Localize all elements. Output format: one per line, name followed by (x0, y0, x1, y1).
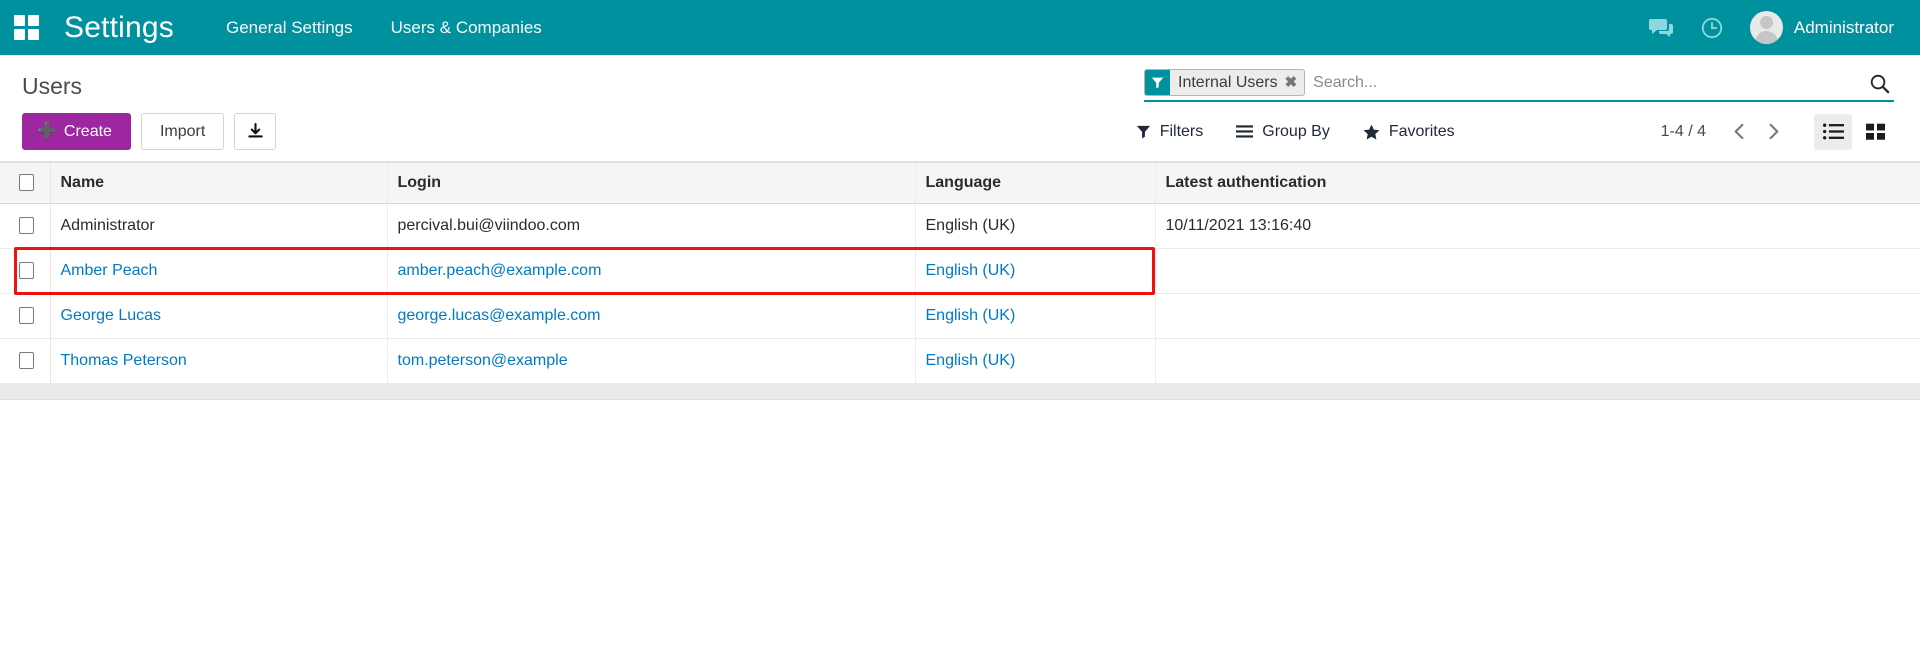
table-header: Name Login Language Latest authenticatio… (0, 162, 1920, 204)
view-switcher (1814, 113, 1894, 150)
filters-dropdown[interactable]: Filters (1136, 122, 1204, 141)
pager: 1-4 / 4 (1661, 117, 1788, 147)
chevron-left-icon[interactable] (1724, 117, 1754, 147)
select-all-header (0, 162, 50, 204)
cell-latest-authentication[interactable]: 10/11/2021 13:16:40 (1154, 203, 1920, 249)
cell-name[interactable]: Administrator (49, 203, 387, 249)
apps-grid-icon[interactable] (14, 14, 40, 41)
row-select-cell (0, 338, 50, 384)
table-row[interactable]: Administrator percival.bui@viindoo.com E… (0, 203, 1920, 249)
row-checkbox[interactable] (19, 217, 34, 235)
group-by-dropdown[interactable]: Group By (1236, 123, 1330, 141)
main-menu: General Settings Users & Companies (226, 18, 542, 38)
filter-funnel-icon (1145, 70, 1170, 95)
kanban-view-icon[interactable] (1856, 114, 1894, 150)
search-dropdown-tools: Filters Group By Favorites (1136, 123, 1455, 141)
search-facet-internal-users[interactable]: Internal Users ✖ (1144, 69, 1306, 96)
cell-language[interactable]: English (UK) (914, 203, 1155, 249)
favorites-dropdown[interactable]: Favorites (1363, 123, 1455, 141)
list-view-icon[interactable] (1814, 113, 1852, 150)
cell-name[interactable]: George Lucas (49, 293, 387, 339)
menu-item-users-companies[interactable]: Users & Companies (391, 18, 542, 38)
table-header-row: Name Login Language Latest authenticatio… (0, 162, 1920, 204)
row-checkbox[interactable] (19, 352, 34, 370)
column-header-login[interactable]: Login (386, 162, 915, 204)
cell-latest-authentication[interactable] (1154, 338, 1920, 384)
column-header-latest-authentication[interactable]: Latest authentication (1154, 162, 1920, 204)
filter-funnel-icon (1136, 125, 1150, 139)
cell-latest-authentication[interactable] (1154, 248, 1920, 294)
cell-language[interactable]: English (UK) (914, 248, 1155, 294)
star-icon (1363, 124, 1380, 140)
table-row[interactable]: Thomas Peterson tom.peterson@example Eng… (0, 338, 1920, 384)
table-footer-strip (0, 384, 1920, 400)
cell-login[interactable]: tom.peterson@example (386, 338, 915, 384)
users-table: Name Login Language Latest authenticatio… (0, 162, 1920, 384)
control-panel: Users Internal Users ✖ Search... ➕ Creat… (0, 55, 1920, 162)
row-select-cell (0, 203, 50, 249)
column-header-name[interactable]: Name (49, 162, 387, 204)
column-header-language[interactable]: Language (914, 162, 1155, 204)
cell-name[interactable]: Thomas Peterson (49, 338, 387, 384)
download-icon[interactable] (234, 113, 277, 150)
top-navbar: Settings General Settings Users & Compan… (0, 0, 1920, 55)
group-by-label: Group By (1262, 122, 1330, 140)
row-checkbox[interactable] (19, 307, 34, 325)
create-button[interactable]: ➕ Create (22, 113, 131, 150)
cell-name[interactable]: Amber Peach (49, 248, 387, 294)
cell-language[interactable]: English (UK) (914, 338, 1155, 384)
user-menu-label: Administrator (1793, 17, 1894, 37)
table-row[interactable]: Amber Peach amber.peach@example.com Engl… (0, 248, 1920, 294)
chevron-right-icon[interactable] (1758, 117, 1788, 147)
cell-login[interactable]: percival.bui@viindoo.com (386, 203, 915, 249)
cell-latest-authentication[interactable] (1154, 293, 1920, 339)
search-icon[interactable] (1864, 72, 1894, 97)
users-list-view: Name Login Language Latest authenticatio… (0, 162, 1920, 400)
app-brand-title: Settings (64, 10, 174, 44)
chat-bubble-icon[interactable] (1648, 17, 1674, 39)
plus-icon: ➕ (37, 122, 57, 140)
select-all-checkbox[interactable] (19, 174, 34, 192)
row-select-cell (0, 293, 50, 339)
search-input[interactable] (1305, 71, 1864, 97)
filters-label: Filters (1159, 122, 1204, 140)
hamburger-icon (1236, 125, 1254, 138)
cell-login[interactable]: george.lucas@example.com (386, 293, 915, 339)
navbar-systray: Administrator (1648, 11, 1894, 44)
table-body: Administrator percival.bui@viindoo.com E… (0, 203, 1920, 384)
favorites-label: Favorites (1388, 122, 1455, 140)
user-menu[interactable]: Administrator (1749, 11, 1894, 44)
table-row[interactable]: George Lucas george.lucas@example.com En… (0, 293, 1920, 339)
pager-range: 1-4 / 4 (1660, 122, 1706, 140)
cell-login[interactable]: amber.peach@example.com (386, 248, 915, 294)
create-button-label: Create (63, 122, 112, 140)
clock-icon[interactable] (1700, 16, 1724, 40)
search-facet-label: Internal Users (1178, 73, 1278, 91)
search-view: Internal Users ✖ (1144, 69, 1894, 102)
page-title: Users (22, 73, 83, 99)
avatar (1749, 11, 1783, 44)
row-select-cell (0, 248, 50, 294)
menu-item-general-settings[interactable]: General Settings (226, 18, 353, 38)
cell-language[interactable]: English (UK) (914, 293, 1155, 339)
close-icon[interactable]: ✖ (1285, 75, 1298, 90)
import-button[interactable]: Import (140, 113, 225, 150)
row-checkbox[interactable] (19, 262, 34, 280)
